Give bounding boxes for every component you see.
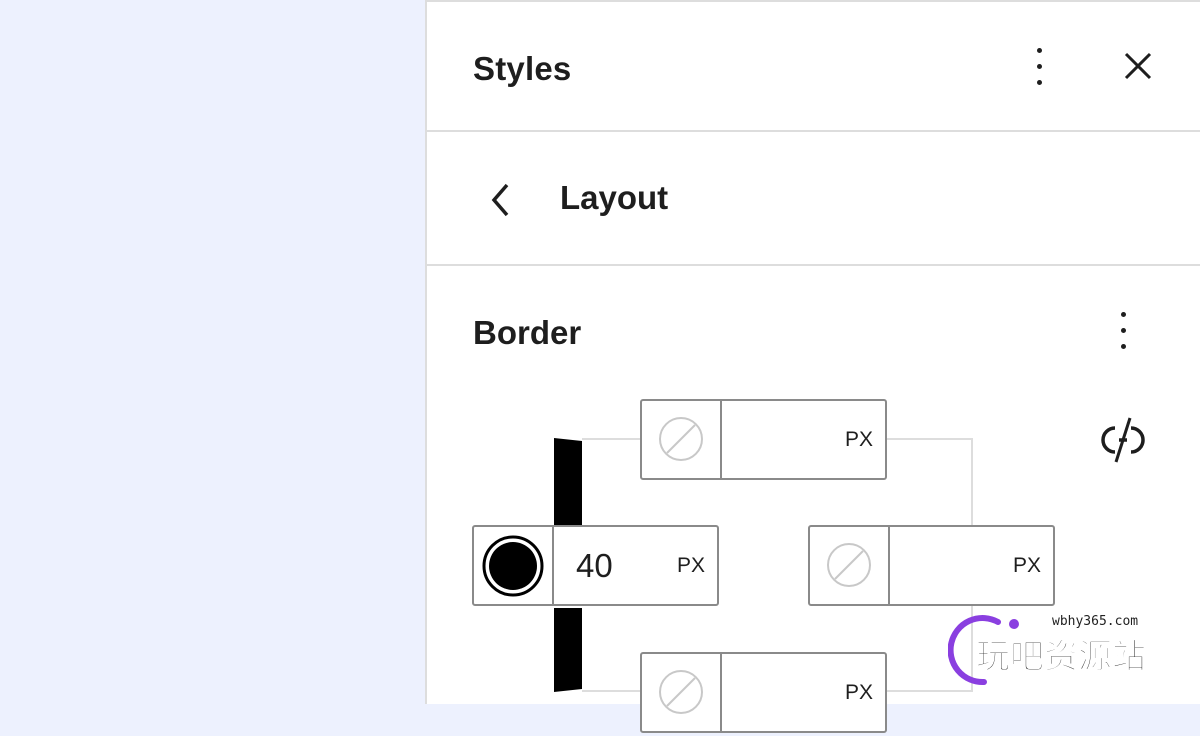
border-left-unit-select[interactable]: PX [677, 554, 705, 578]
border-top-color-button[interactable] [642, 401, 722, 478]
no-color-icon [659, 417, 703, 461]
border-link-line [886, 438, 973, 440]
no-color-icon [827, 543, 871, 587]
no-color-icon [659, 670, 703, 714]
border-link-line [582, 690, 642, 692]
color-swatch-icon [482, 535, 544, 597]
border-left-field[interactable]: 40 PX [472, 525, 719, 606]
border-section-title: Border [473, 314, 582, 351]
border-top-field[interactable]: PX [640, 399, 887, 480]
navigation-header: Layout [427, 132, 1200, 266]
border-top-unit-select[interactable]: PX [845, 428, 873, 452]
border-link-line [971, 438, 973, 526]
border-left-color-button[interactable] [474, 527, 554, 604]
border-bottom-unit-select[interactable]: PX [845, 681, 873, 705]
back-button[interactable] [489, 182, 513, 218]
watermark-text: 玩吧资源站 [976, 637, 1146, 677]
sidebar-header: Styles [427, 2, 1200, 132]
border-bottom-color-button[interactable] [642, 654, 722, 731]
header-options-button[interactable] [1029, 46, 1049, 90]
border-right-unit-select[interactable]: PX [1013, 554, 1041, 578]
border-right-color-button[interactable] [810, 527, 890, 604]
watermark-logo: 玩吧资源站 [948, 615, 1147, 686]
close-icon [1124, 52, 1152, 80]
unlink-sides-button[interactable] [1097, 414, 1149, 466]
border-right-field[interactable]: PX [808, 525, 1055, 606]
unlink-icon [1101, 417, 1145, 463]
border-bottom-field[interactable]: PX [640, 652, 887, 733]
border-options-button[interactable] [1113, 310, 1133, 354]
styles-sidebar: Styles Layout Border PX 40 PX PX PX [425, 0, 1200, 733]
close-sidebar-button[interactable] [1123, 51, 1153, 81]
sidebar-title: Styles [473, 50, 572, 87]
chevron-left-icon [491, 183, 509, 217]
border-left-width-value[interactable]: 40 [576, 547, 613, 585]
border-link-line [582, 438, 642, 440]
panel-title: Layout [560, 179, 669, 216]
